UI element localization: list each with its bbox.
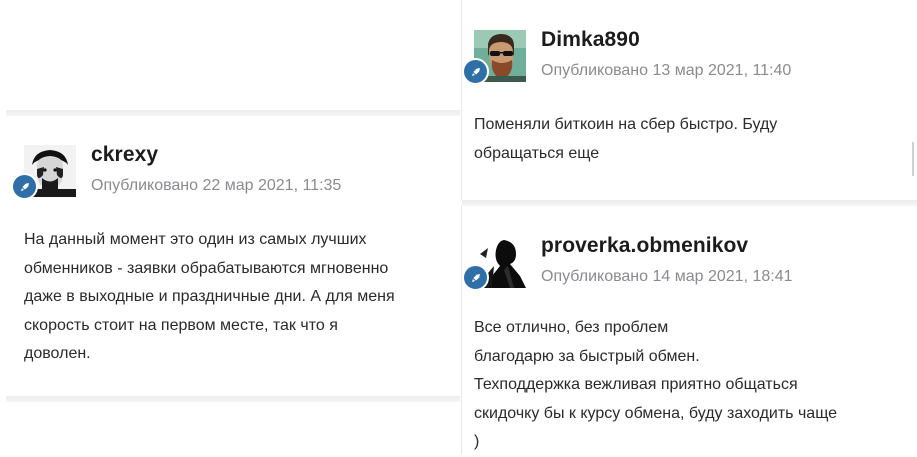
post-body-line: ) (474, 433, 480, 450)
post-body-line: даже в выходные и праздничные дни. А для… (24, 288, 395, 305)
post-body-line: доволен. (24, 345, 91, 362)
post-timestamp[interactable]: Опубликовано 22 мар 2021, 11:35 (91, 177, 341, 195)
post-body-line: На данный момент это один из самых лучши… (24, 231, 367, 248)
rocket-badge-icon (462, 58, 489, 85)
column-separator-lower (461, 206, 462, 454)
post-timestamp[interactable]: Опубликовано 14 мар 2021, 18:41 (541, 268, 793, 286)
post-body: На данный момент это один из самых лучши… (24, 226, 395, 369)
post-body: Все отлично, без проблем благодарю за бы… (474, 314, 837, 457)
column-separator (461, 0, 462, 200)
post-body-line: Техподдержка вежливая приятно общаться (474, 376, 798, 393)
post-body: Поменяли биткоин на сбер быстро. Буду об… (474, 111, 777, 168)
username[interactable]: Dimka890 (541, 28, 640, 52)
post-body-line: обменников - заявки обрабатываются мгнов… (24, 259, 389, 277)
post-body-line: скидочку бы к курсу обмена, буду заходит… (474, 404, 838, 422)
post-body-line: Поменяли биткоин на сбер быстро. Буду (474, 116, 778, 133)
post-divider-middle (462, 200, 917, 206)
post-body-line: Все отлично, без проблем (474, 319, 669, 336)
username[interactable]: ckrexy (91, 143, 158, 167)
post-body-line: благодарю за быстрый обмен. (474, 347, 700, 365)
username[interactable]: proverka.obmenikov (541, 234, 748, 258)
rocket-badge-icon (462, 264, 489, 291)
rocket-badge-icon (11, 173, 38, 200)
post-timestamp[interactable]: Опубликовано 13 мар 2021, 11:40 (541, 62, 791, 80)
post-divider-bottom (6, 396, 460, 402)
scroll-indicator[interactable] (912, 142, 914, 176)
post-body-line: скорость стоит на первом месте, так что … (24, 316, 338, 334)
post-body-line: обращаться еще (474, 144, 600, 162)
